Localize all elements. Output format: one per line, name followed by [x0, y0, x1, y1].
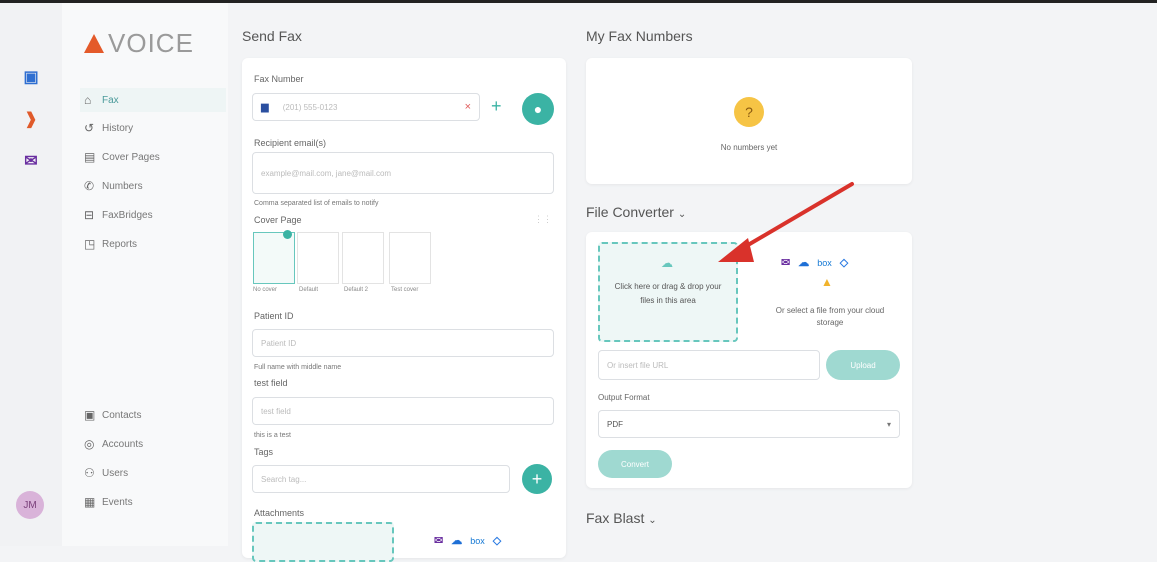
annotation-arrow: [718, 182, 854, 262]
